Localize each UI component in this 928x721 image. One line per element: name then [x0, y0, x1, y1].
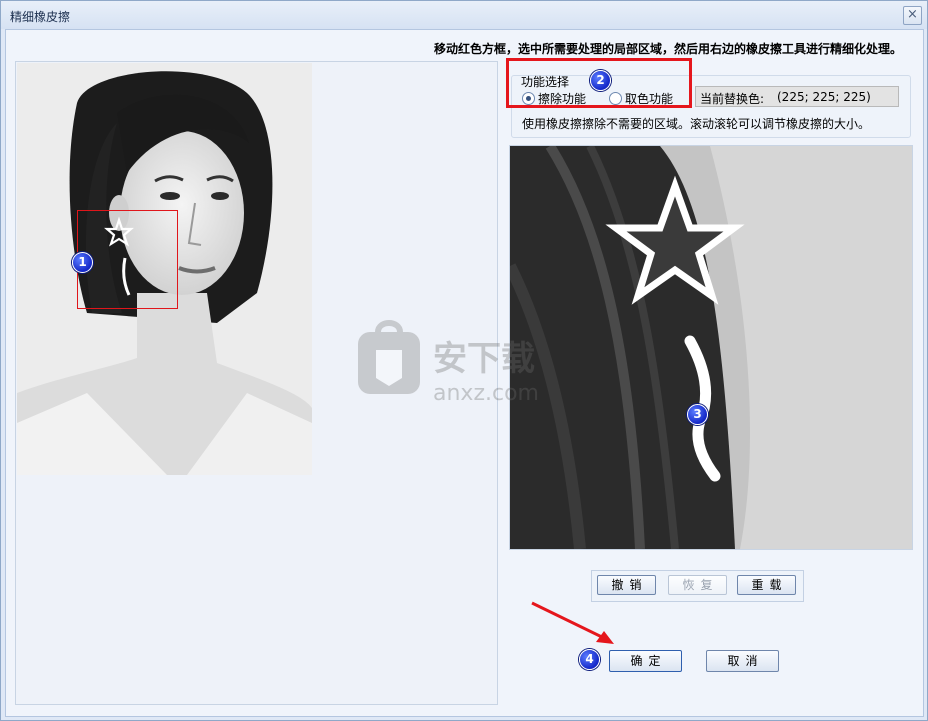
instruction-text: 移动红色方框，选中所需要处理的局部区域，然后用右边的橡皮擦工具进行精细化处理。 [433, 42, 902, 56]
redo-button[interactable]: 恢复 [668, 575, 727, 595]
annotation-arrow [531, 601, 614, 644]
title-bar[interactable]: 精细橡皮擦 × [1, 1, 927, 29]
ok-button[interactable]: 确定 [609, 650, 682, 672]
cancel-button[interactable]: 取消 [706, 650, 779, 672]
replace-color-label: 当前替换色: [700, 92, 765, 106]
watermark: 安下载 anxz.com [358, 320, 598, 413]
watermark-domain: anxz.com [433, 381, 539, 406]
annotation-badge-4: 4 [579, 649, 600, 670]
eraser-hint-text: 使用橡皮擦擦除不需要的区域。滚动滚轮可以调节橡皮擦的大小。 [522, 117, 871, 131]
dialog-body: 移动红色方框，选中所需要处理的局部区域，然后用右边的橡皮擦工具进行精细化处理。 [5, 29, 924, 717]
dialog-window: 精细橡皮擦 × 移动红色方框，选中所需要处理的局部区域，然后用右边的橡皮擦工具进… [0, 0, 928, 721]
watermark-logo: 安下载 anxz.com [358, 320, 539, 406]
watermark-brand: 安下载 [433, 339, 535, 379]
annotation-badge-1: 1 [72, 252, 93, 273]
reset-button[interactable]: 重载 [737, 575, 796, 595]
annotation-badge-3: 3 [687, 404, 708, 425]
annotation-badge-2: 2 [590, 70, 611, 91]
window-title: 精细橡皮擦 [10, 10, 71, 24]
close-button[interactable]: × [903, 6, 922, 25]
source-photo[interactable]: 1 [17, 63, 312, 475]
replace-color-value: (225; 225; 225) [777, 90, 871, 104]
undo-button[interactable]: 撤销 [597, 575, 656, 595]
